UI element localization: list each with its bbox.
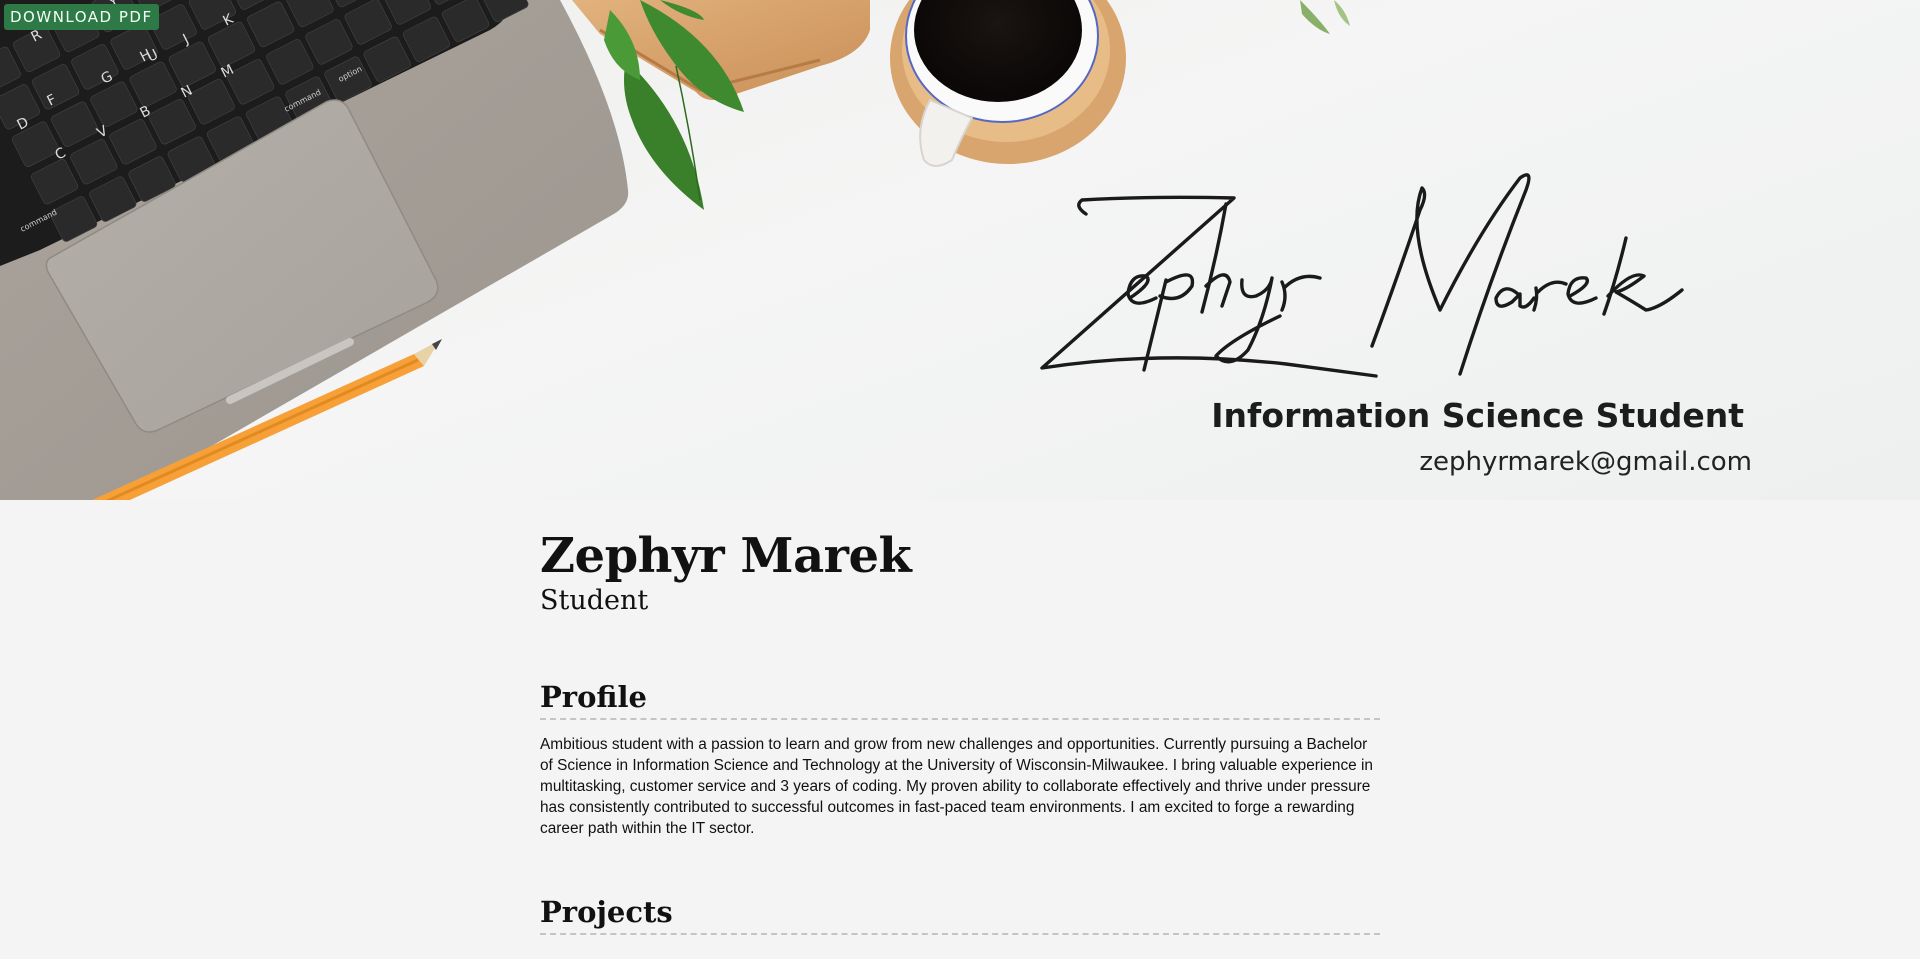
resume-title: Student <box>540 584 649 616</box>
download-pdf-button[interactable]: DOWNLOAD PDF <box>4 4 159 30</box>
section-heading: Projects <box>540 895 1380 935</box>
resume-name: Zephyr Marek <box>540 528 912 584</box>
section-heading: Profile <box>540 680 1380 720</box>
signature-logo <box>1040 173 1684 378</box>
section-projects: Projects <box>540 895 1380 935</box>
section-profile: Profile Ambitious student with a passion… <box>540 680 1380 839</box>
hero-email: zephyrmarek@gmail.com <box>1419 447 1752 477</box>
hero-role-title: Information Science Student <box>1211 396 1744 435</box>
resume-content: Zephyr Marek Student Profile Ambitious s… <box>540 530 1380 935</box>
hero-banner: R T Y U J K F G H N M D V B C command co… <box>0 0 1920 500</box>
laptop: R T Y U J K F G H N M D V B C command co… <box>0 0 629 500</box>
profile-text: Ambitious student with a passion to lear… <box>540 735 1373 837</box>
coffee-cup <box>890 0 1126 167</box>
